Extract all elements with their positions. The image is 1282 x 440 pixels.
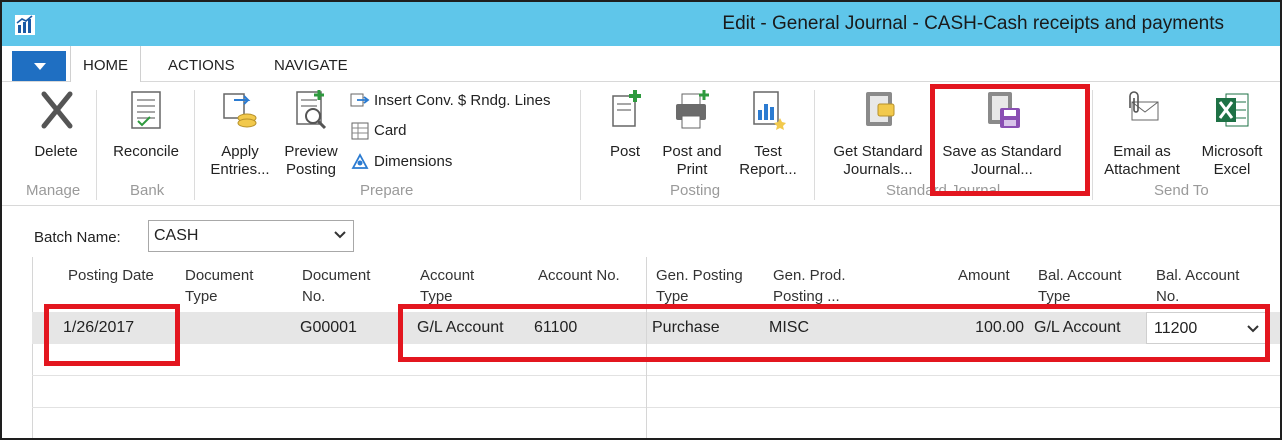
dimensions-icon [351,153,369,169]
preview-posting-button[interactable]: Preview Posting [278,88,344,179]
header-line: Account No. [538,267,620,284]
test-report-label-line2: Report... [739,161,797,178]
group-divider [814,90,815,200]
column-header-bal-account-type[interactable]: Bal. Account Type [1038,265,1121,307]
test-report-label-line1: Test [754,143,782,160]
table-row[interactable] [32,376,1280,408]
post-button[interactable]: Post [596,88,654,161]
column-header-gen-posting-type[interactable]: Gen. Posting Type [656,265,743,307]
excel-icon [1216,93,1249,127]
group-label-manage: Manage [26,182,81,199]
apply-entries-button[interactable]: Apply Entries... [204,88,276,179]
reconcile-button[interactable]: Reconcile [106,88,186,161]
test-report-button[interactable]: Test Report... [732,88,804,179]
delete-x-icon [41,91,73,129]
batch-name-value: CASH [154,227,199,244]
title-bar: Edit - General Journal - CASH-Cash recei… [2,2,1280,46]
group-divider [1092,90,1093,200]
app-chart-icon[interactable] [14,14,36,36]
reconcile-label: Reconcile [113,143,179,160]
insert-conversion-icon [350,93,370,107]
post-label: Post [609,143,640,160]
card-button[interactable]: Card [350,120,407,142]
column-header-account-no[interactable]: Account No. [538,265,620,286]
apply-entries-label-line1: Apply [221,143,259,160]
group-label-prepare: Prepare [360,182,414,199]
card-grid-icon [351,122,369,140]
excel-label-line2: Excel [1213,161,1251,178]
batch-name-select[interactable]: CASH [148,220,354,252]
insert-conv-label: Insert Conv. $ Rndg. Lines [374,92,551,109]
email-label-line2: Attachment [1104,161,1180,178]
header-line: Type [185,288,218,305]
highlight-save-as-standard-journal [930,84,1090,196]
post-and-print-button[interactable]: Post and Print [656,88,728,179]
delete-label: Delete [34,143,78,160]
post-and-print-label-line2: Print [676,161,708,178]
get-standard-label-line2: Journals... [843,161,913,178]
column-header-document-type[interactable]: Document Type [185,265,253,307]
column-header-posting-date[interactable]: Posting Date [68,265,154,286]
cell-document-no[interactable]: G00001 [300,319,357,337]
column-header-document-no[interactable]: Document No. [302,265,370,307]
journal-book-icon [866,92,895,126]
ribbon-tabs: HOME ACTIONS NAVIGATE [2,46,1280,83]
post-and-print-label-line1: Post and [662,143,722,160]
header-line: Bal. Account [1038,267,1122,284]
header-line: Document [185,267,254,284]
microsoft-excel-button[interactable]: Microsoft Excel [1192,88,1272,179]
email-as-attachment-button[interactable]: Email as Attachment [1096,88,1188,179]
preview-posting-label-line1: Preview [284,143,338,160]
post-icon [612,90,641,127]
chevron-down-icon[interactable] [333,227,347,241]
app-menu-button[interactable] [12,51,66,81]
preview-posting-icon [296,90,327,130]
dimensions-button[interactable]: Dimensions [350,151,452,173]
test-report-icon [753,91,786,130]
email-label-line1: Email as [1113,143,1171,160]
printer-icon [676,90,709,129]
column-header-amount[interactable]: Amount [958,265,1010,286]
highlight-posting-date [44,304,180,366]
header-line: No. [302,288,326,305]
email-attachment-icon [1129,91,1159,121]
delete-button[interactable]: Delete [28,88,84,161]
tab-navigate[interactable]: NAVIGATE [262,46,360,82]
header-line: Bal. Account [1156,267,1240,284]
group-divider [580,90,581,200]
window: Edit - General Journal - CASH-Cash recei… [0,0,1282,440]
tab-home[interactable]: HOME [70,46,141,83]
excel-label-line1: Microsoft [1201,143,1263,160]
group-divider [96,90,97,200]
apply-entries-icon [223,93,257,128]
card-label: Card [374,122,407,139]
window-title: Edit - General Journal - CASH-Cash recei… [722,13,1224,34]
preview-posting-label-line2: Posting [285,161,337,178]
group-divider [194,90,195,200]
insert-conv-rounding-lines-button[interactable]: Insert Conv. $ Rndg. Lines [350,90,550,112]
get-standard-journals-button[interactable]: Get Standard Journals... [826,88,930,179]
column-header-gen-prod-posting[interactable]: Gen. Prod. Posting ... [773,265,846,307]
column-header-account-type[interactable]: Account Type [420,265,474,307]
reconcile-sheet-icon [131,91,161,129]
header-line: Gen. Posting [656,267,743,284]
header-line: Document [302,267,371,284]
header-line: Amount [958,267,1010,284]
caret-down-icon [34,63,46,70]
group-label-bank: Bank [130,182,165,199]
apply-entries-label-line2: Entries... [210,161,270,178]
batch-name-label: Batch Name: [34,229,121,246]
header-line: Posting Date [68,267,154,284]
group-label-send-to: Send To [1154,182,1209,199]
grid-header: Posting Date Document Type Document No. … [32,257,1280,311]
header-line: Gen. Prod. [773,267,846,284]
get-standard-label-line1: Get Standard [833,143,923,160]
group-label-posting: Posting [670,182,721,199]
dimensions-label: Dimensions [374,153,453,170]
highlight-journal-line [398,304,1270,362]
column-header-bal-account-no[interactable]: Bal. Account No. [1156,265,1239,307]
tab-actions[interactable]: ACTIONS [156,46,247,82]
header-line: Account [420,267,475,284]
